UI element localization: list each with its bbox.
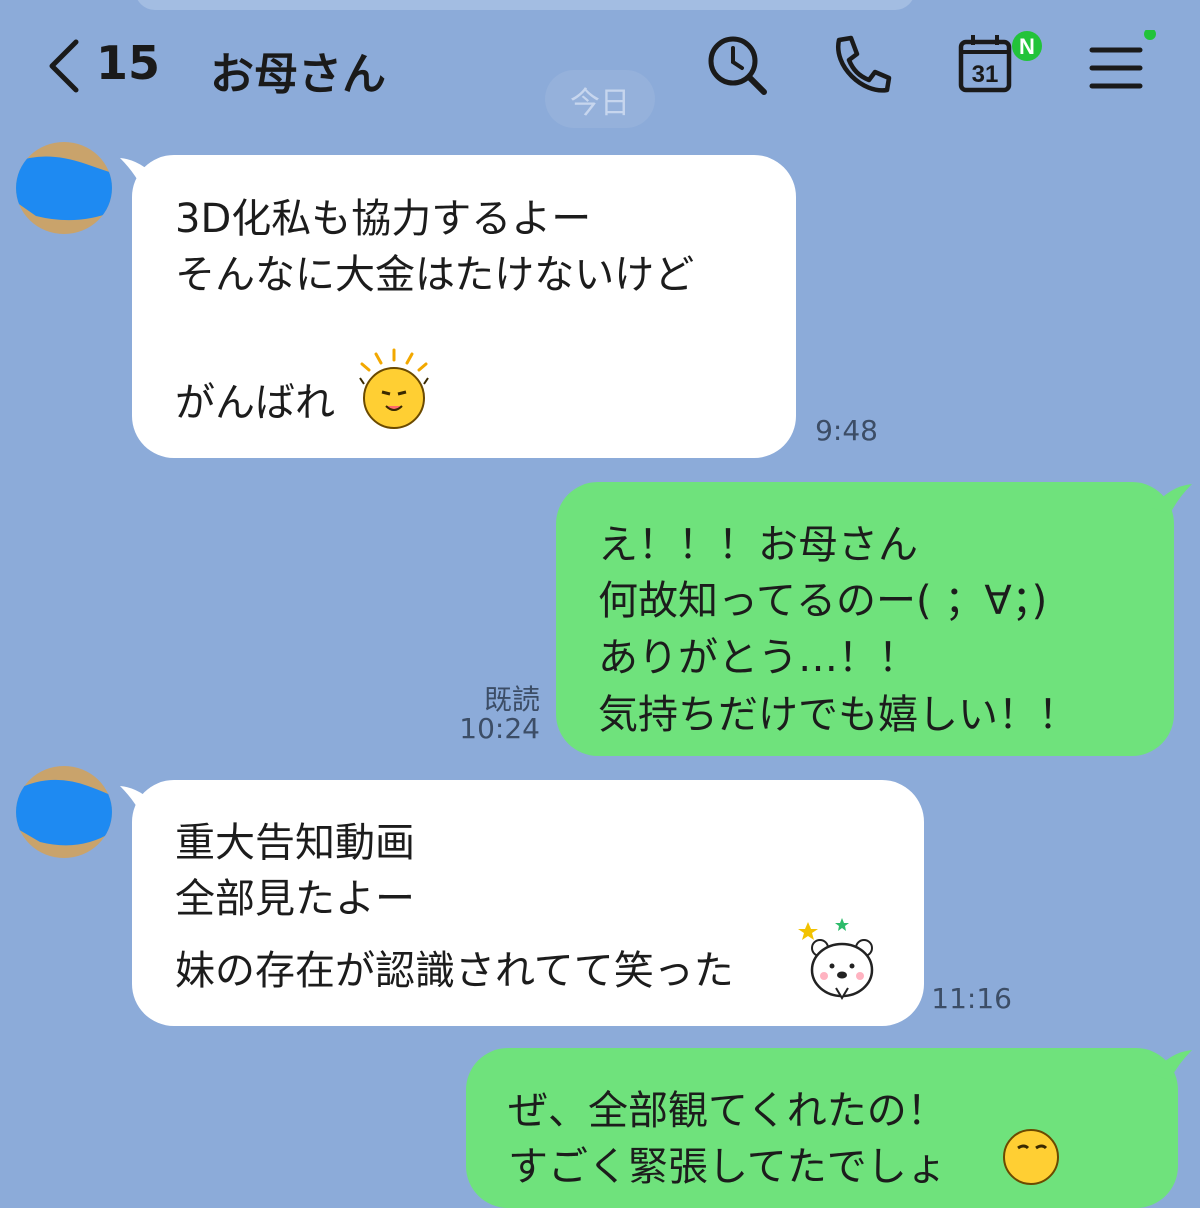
message-text: がんばれ: [175, 380, 335, 426]
calendar-day: 31: [972, 61, 999, 88]
message-text: すごく緊張してたでしょ: [508, 1144, 947, 1190]
message-time: 9:48: [815, 414, 878, 447]
bear-emoji-icon: [798, 918, 874, 1000]
message-text: え！！！お母さん: [598, 522, 918, 568]
message-time: 10:24: [459, 712, 540, 745]
message-text: そんなに大金はたけないけど: [175, 252, 695, 298]
bubble-tail: [1152, 484, 1192, 514]
message-text: ぜ、全部観てくれたの！: [508, 1088, 947, 1134]
date-divider-label: 今日: [570, 86, 630, 121]
message-text: 重大告知動画: [175, 820, 415, 866]
avatar[interactable]: [16, 142, 112, 234]
avatar[interactable]: [16, 766, 112, 858]
menu-icon[interactable]: [1088, 30, 1160, 100]
message-time: 11:16: [931, 982, 1012, 1015]
calendar-badge: N: [1019, 34, 1035, 59]
bubble-tail: [1152, 1050, 1192, 1080]
search-clock-icon[interactable]: [702, 30, 772, 100]
message-text: 何故知ってるのー( ；∀；): [598, 578, 1048, 624]
back-chevron-icon[interactable]: [42, 36, 102, 96]
calendar-icon[interactable]: 31 N: [955, 30, 1055, 100]
message-text: 3D化私も協力するよー: [175, 196, 592, 242]
previous-message-fragment: [135, 0, 915, 10]
message-text: 妹の存在が認識されてて笑った: [175, 948, 734, 994]
unread-count[interactable]: 15: [96, 36, 160, 90]
thinking-emoji-icon: [1003, 1129, 1059, 1185]
message-text: 気持ちだけでも嬉しい！！: [598, 692, 1078, 738]
message-text: ありがとう…！！: [598, 635, 918, 681]
chat-title: お母さん: [210, 49, 386, 100]
message-text: 全部見たよー: [175, 876, 415, 922]
cheer-emoji-icon: [359, 348, 429, 429]
phone-icon[interactable]: [825, 30, 895, 100]
